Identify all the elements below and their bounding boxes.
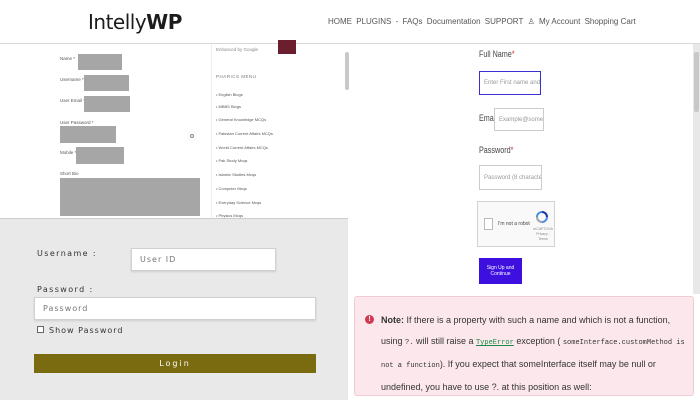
sidebar-item[interactable]: • Islamic Studies Mcqs	[216, 172, 256, 177]
email-input[interactable]: Example@something.com	[494, 108, 544, 131]
login-panel: Username : User ID Password : Password S…	[0, 218, 348, 400]
recaptcha-checkbox[interactable]	[484, 218, 493, 230]
nav-shopping-cart[interactable]: Shopping Cart	[585, 17, 636, 26]
name-input[interactable]	[78, 54, 122, 70]
sidebar-item[interactable]: • Pakistan Current Affairs MCQs	[216, 131, 273, 136]
signup-button[interactable]: Sign Up and Continue	[479, 258, 522, 284]
show-password-checkbox[interactable]	[37, 326, 44, 333]
mobile-label: Mobile *	[60, 150, 76, 155]
logo-text: Intelly	[88, 10, 147, 34]
nav-my-account[interactable]: My Account	[539, 17, 580, 26]
recaptcha-brand: reCAPTCHA Privacy - Terms	[533, 227, 553, 241]
search-button[interactable]	[278, 40, 296, 54]
recaptcha-logo-icon	[536, 211, 548, 223]
main-nav: HOME PLUGINS - FAQs Documentation SUPPOR…	[328, 17, 638, 26]
username-input[interactable]: User ID	[131, 248, 276, 271]
sidebar-title: PHARICS MENU	[216, 74, 257, 79]
nav-home[interactable]: HOME	[328, 17, 352, 26]
sidebar-item[interactable]: • Everyday Science Mcqs	[216, 200, 261, 205]
full-name-label: Full Name*	[479, 49, 515, 59]
note-text: Note: If there is a property with such a…	[381, 315, 685, 392]
site-logo[interactable]: IntellyWP	[88, 10, 182, 34]
note-label: Note:	[381, 315, 404, 325]
short-bio-textarea[interactable]	[60, 178, 200, 216]
user-password-input[interactable]	[60, 126, 116, 143]
show-password-label: Show Password	[49, 326, 124, 335]
user-email-input[interactable]	[84, 96, 130, 112]
login-button[interactable]: Login	[34, 354, 316, 373]
username-label: Username :	[37, 249, 98, 258]
scrollbar[interactable]	[693, 44, 700, 294]
nav-plugins[interactable]: PLUGINS	[356, 17, 391, 26]
mobile-input[interactable]	[76, 147, 124, 164]
nav-separator: -	[395, 17, 399, 26]
sidebar-item[interactable]: • Pak Study Mcqs	[216, 158, 247, 163]
sidebar-item[interactable]: • World Current Affairs MCQs	[216, 145, 268, 150]
name-label: Name *	[60, 56, 76, 61]
nav-documentation[interactable]: Documentation	[427, 17, 481, 26]
signup-form: Full Name* Enter First name and Last Nam…	[349, 44, 700, 294]
password-input[interactable]: Password (8 characters minimum)	[479, 165, 542, 190]
sidebar-item[interactable]: • English Blogs	[216, 92, 243, 97]
sidebar-item[interactable]: • MBBS Blogs	[216, 104, 241, 109]
logo-text-bold: WP	[146, 10, 182, 34]
alert-icon: !	[365, 315, 374, 324]
sidebar-item[interactable]: • General Knowledge MCQs	[216, 117, 266, 122]
note-callout: ! Note: If there is a property with such…	[354, 296, 694, 396]
user-password-label: User Password *	[60, 120, 94, 125]
user-icon: ♙	[527, 17, 535, 26]
typeerror-link[interactable]: TypeError	[476, 339, 514, 347]
password-label: Password*	[479, 145, 514, 155]
password-label: Password :	[37, 285, 94, 294]
recaptcha-widget: I'm not a robot reCAPTCHA Privacy - Terms	[477, 201, 555, 247]
username-label: Username *	[60, 77, 84, 82]
recaptcha-text: I'm not a robot	[498, 221, 530, 227]
password-input[interactable]: Password	[34, 297, 316, 320]
nav-support[interactable]: SUPPORT	[485, 17, 524, 26]
user-email-label: User Email *	[60, 98, 85, 103]
registration-form: Name * Username * User Email * User Pass…	[52, 44, 210, 220]
nav-faqs[interactable]: FAQs	[403, 17, 423, 26]
site-header: IntellyWP HOME PLUGINS - FAQs Documentat…	[0, 0, 700, 44]
eye-icon[interactable]	[190, 134, 194, 138]
username-input[interactable]	[84, 75, 129, 91]
code-snippet: ?.	[405, 339, 414, 347]
scrollbar-thumb[interactable]	[694, 52, 699, 112]
sidebar-item[interactable]: • Computer Mcqs	[216, 186, 247, 191]
sidebar-menu: Enhanced by Google PHARICS MENU • Englis…	[211, 40, 299, 220]
full-name-input[interactable]: Enter First name and Last Name	[479, 71, 541, 95]
short-bio-label: Short Bio	[60, 171, 79, 176]
